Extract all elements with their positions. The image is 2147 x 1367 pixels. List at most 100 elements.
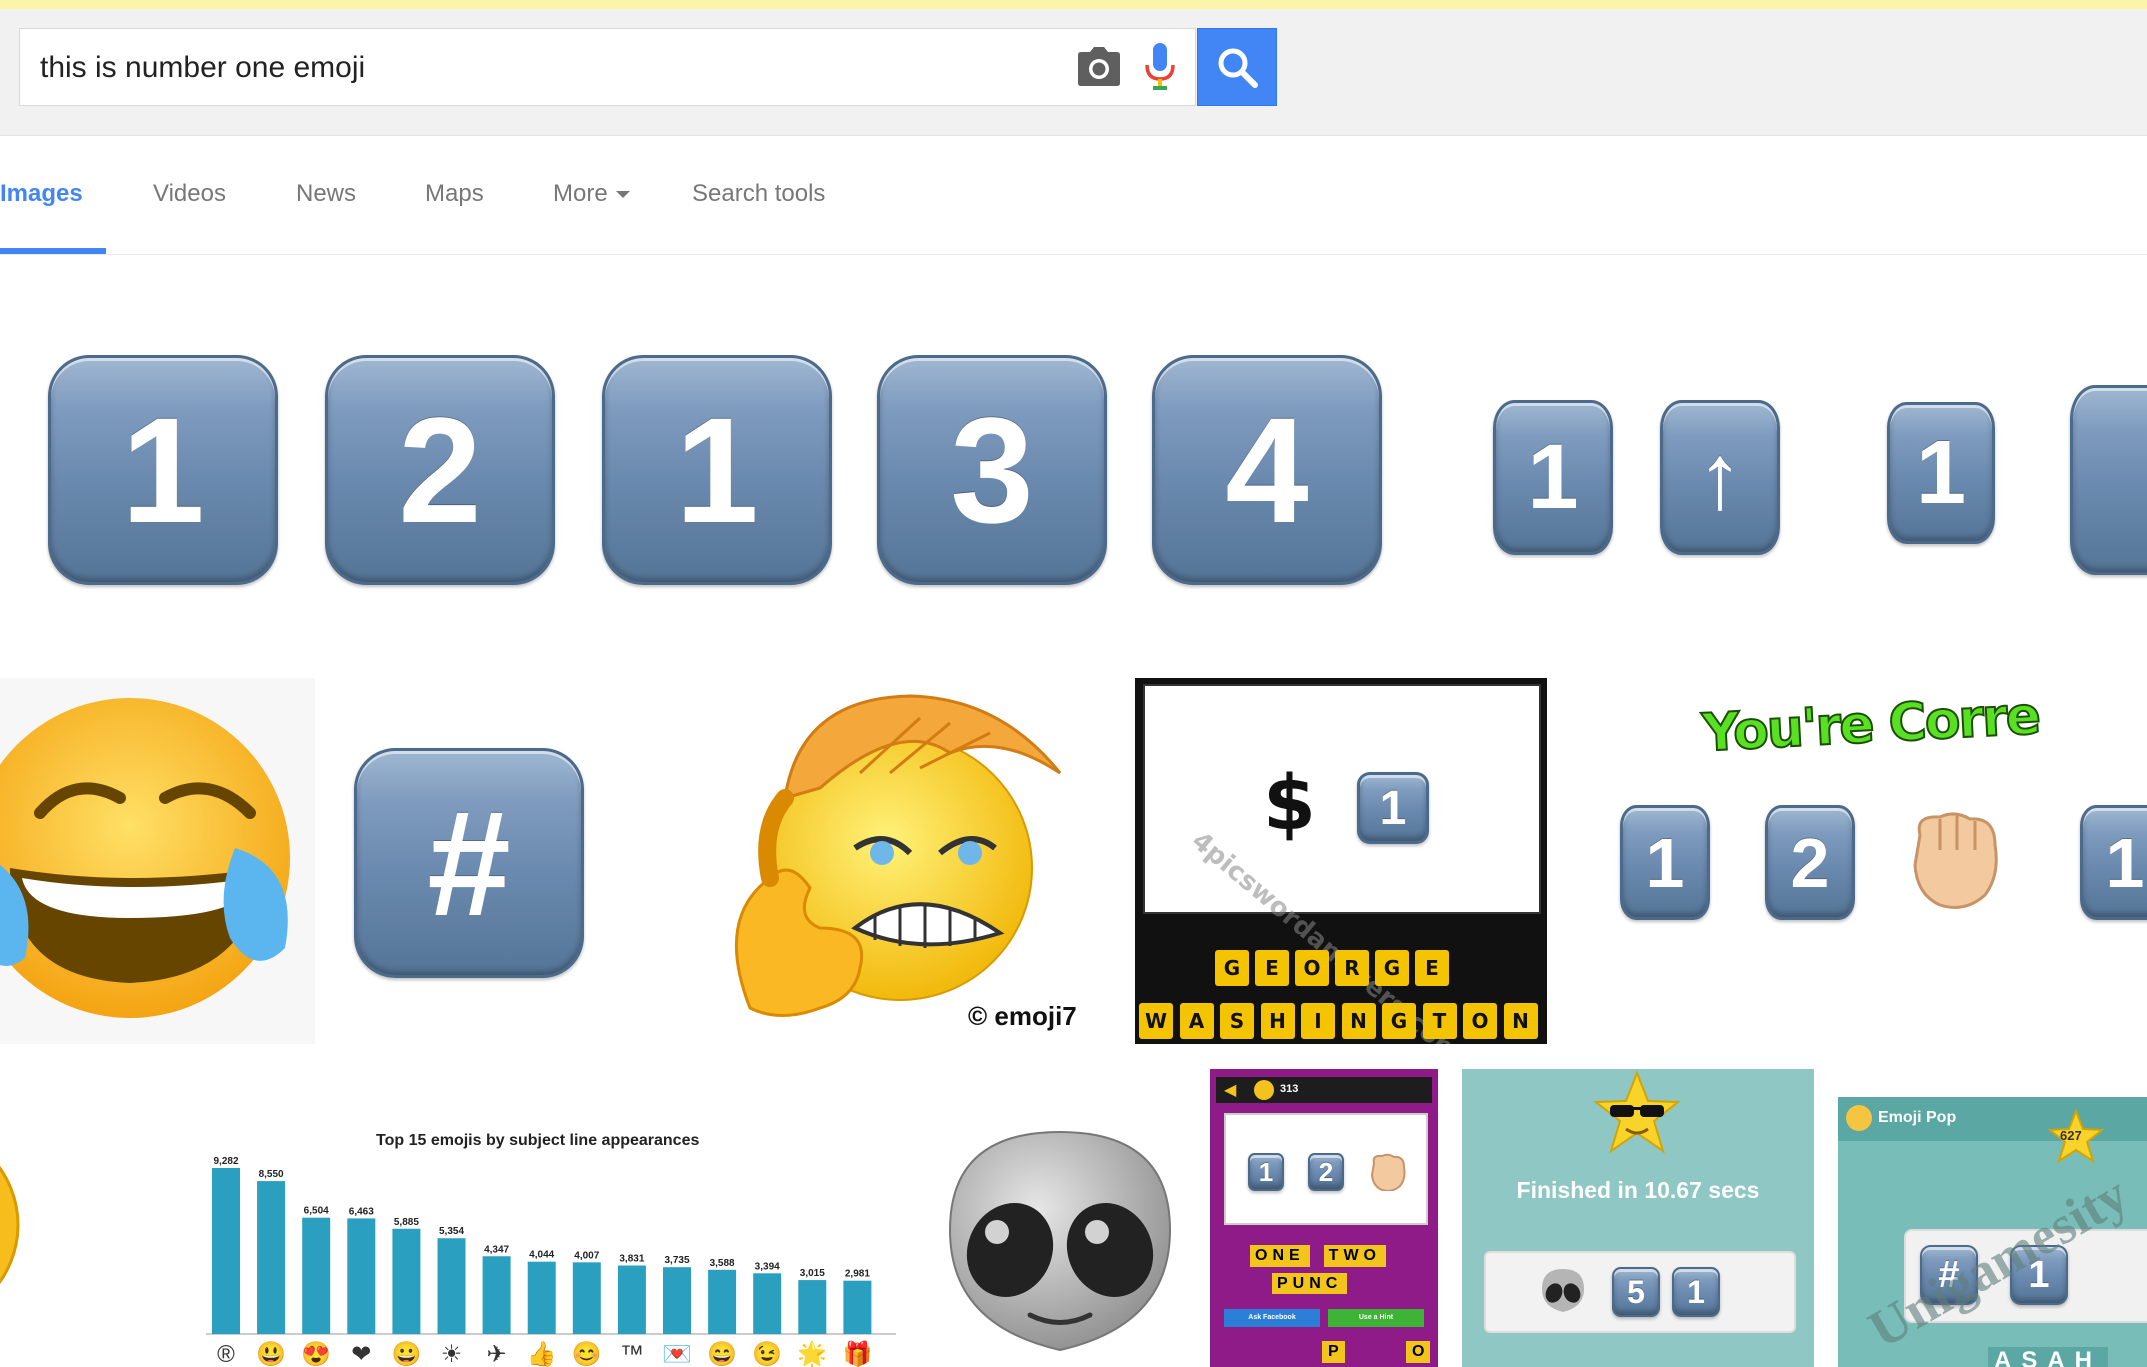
letter-tile-o: O (1406, 1341, 1431, 1363)
chart-category-label: ☀ (441, 1341, 463, 1367)
image-result-youre-correct[interactable]: You're Correct! 1 2 (1570, 685, 2040, 1045)
answer-tile-row2-4: I (1301, 1003, 1335, 1039)
image-result-keycap-single[interactable]: 1 (1870, 290, 2147, 655)
letter-tile-p: P (1322, 1341, 1345, 1363)
answer-tile-row2-7: T (1422, 1003, 1457, 1039)
active-tab-indicator (0, 248, 106, 254)
game1-answer-row-2: PUNC (1272, 1273, 1348, 1294)
keycap-edge: 1 (2080, 805, 2147, 920)
game2-key-1: 1 (1672, 1267, 1720, 1317)
keycap-correct-2: 2 (1765, 805, 1855, 920)
keycap-2: 2 (325, 355, 555, 585)
game2-key-5: 5 (1612, 1267, 1660, 1317)
chart-value-label: 5,354 (439, 1226, 464, 1237)
search-input[interactable] (38, 43, 1062, 93)
tab-images[interactable]: Images (0, 180, 83, 208)
answer-tile-row1-3: R (1335, 950, 1369, 986)
chart-value-label: 4,347 (484, 1244, 509, 1255)
chart-category-label: 👍 (527, 1340, 557, 1367)
search-button[interactable] (1197, 28, 1277, 106)
image-result-game-screen-2[interactable]: Finished in 10.67 secs 5 1 (1462, 1069, 1814, 1367)
chart-bar (347, 1218, 376, 1334)
image-result-keycaps-large[interactable]: 1 2 1 3 4 (0, 255, 1410, 655)
image-result-partial-emoji[interactable] (0, 1075, 30, 1367)
image-result-emoji-pop[interactable]: Emoji Pop 627 # 1 Unigamesity ASAH (1838, 1097, 2147, 1367)
bottom-letters: ASAH (1988, 1347, 2109, 1367)
chart-category-label: 😀 (391, 1341, 421, 1367)
answer-tile-row2-0: W (1139, 1003, 1173, 1039)
tab-more[interactable]: More (553, 180, 630, 208)
chart-category-label: 😉 (752, 1341, 782, 1367)
chart-category-label: 😄 (707, 1341, 737, 1367)
image-result-keycap-pair[interactable]: 1 ↑ (1420, 290, 1856, 655)
chart-value-label: 8,550 (259, 1169, 284, 1180)
image-result-laughing-emoji[interactable] (0, 678, 315, 1044)
chart-category-label: ™ (620, 1341, 644, 1367)
search-header (0, 9, 2147, 136)
chart-value-label: 5,885 (394, 1217, 419, 1228)
star-count: 627 (2060, 1128, 2082, 1143)
tab-maps[interactable]: Maps (425, 180, 484, 208)
chart-bar (617, 1265, 646, 1334)
fist-icon (1913, 812, 1998, 909)
answer-tile-row2-8: O (1463, 1003, 1497, 1039)
image-result-hashtag-keycap[interactable]: # (330, 678, 610, 1044)
keycap-correct-1: 1 (1620, 805, 1710, 920)
answer-partial: PUNC (1272, 1273, 1348, 1294)
tab-search-tools[interactable]: Search tools (692, 180, 825, 208)
chart-value-label: 6,504 (304, 1206, 329, 1217)
chart-category-label: ✈ (487, 1341, 507, 1367)
chart-category-label: 😊 (572, 1341, 602, 1367)
coin-icon (1254, 1080, 1274, 1100)
answer-tile-row1-5: E (1415, 950, 1449, 986)
use-hint-button: Use a Hint (1328, 1309, 1424, 1327)
laughing-tears-emoji-icon (0, 698, 290, 1018)
image-result-game-screen-1[interactable]: ◀ 313 1 2 ONE TWO PUNC Ask Facebook Use … (1210, 1069, 1438, 1367)
tab-videos[interactable]: Videos (153, 180, 226, 208)
alien-small-icon (1542, 1269, 1584, 1312)
keycap-hash: # (354, 748, 584, 978)
tab-news[interactable]: News (296, 180, 356, 208)
chart-value-label: 2,981 (845, 1269, 870, 1280)
partial-smiley-icon (0, 1165, 20, 1285)
microphone-icon[interactable] (1140, 41, 1180, 93)
image-result-edge[interactable]: 1 (2060, 685, 2147, 1045)
chart-bar (257, 1181, 286, 1334)
keycap-clue: 1 (1357, 772, 1429, 844)
chart-bar (437, 1238, 466, 1334)
answer-tile-row2-2: S (1220, 1003, 1254, 1039)
chart-bar (572, 1262, 601, 1334)
chart-bar (527, 1261, 556, 1334)
keycap-one: 1 (1493, 400, 1613, 555)
emoji-pop-header: Emoji Pop 627 (1838, 1097, 2147, 1164)
chart-value-label: 4,007 (574, 1250, 599, 1261)
chart-bar (843, 1280, 872, 1334)
image-results-grid: 1 2 1 3 4 1 ↑ 1 # © emoji7 $ 1 4picsword… (0, 255, 2147, 1367)
camera-icon[interactable] (1076, 46, 1122, 88)
answer-tile-row2-9: N (1503, 1003, 1538, 1039)
answer-row-2: WASHINGTON (1139, 1003, 1544, 1039)
chart-bar (663, 1267, 691, 1334)
chart-category-label: 💌 (662, 1341, 692, 1367)
chart-bar (302, 1217, 331, 1334)
answer-row-1: GEORGE (1215, 950, 1515, 986)
ask-facebook-button: Ask Facebook (1224, 1309, 1320, 1327)
sunglasses-star-icon (1593, 1070, 1681, 1154)
image-result-4pics-puzzle[interactable]: $ 1 4picswordanswers.com GEORGE WASHINGT… (1135, 678, 1547, 1044)
answer-tile-row1-0: G (1215, 950, 1249, 986)
chart-bar (708, 1269, 737, 1334)
emoji-bar-chart: 9,282 ® 8,550 😃 6,504 😍 6,463 ❤ 5,885 😀 5,354 ☀ 4,34… (206, 1156, 896, 1367)
search-box[interactable] (19, 28, 1196, 106)
image-result-thinking-trump-emoji[interactable]: © emoji7 (620, 678, 1100, 1044)
chart-category-label: ❤ (351, 1341, 371, 1367)
chart-value-label: 3,831 (619, 1253, 644, 1264)
chart-bar (212, 1168, 240, 1334)
image-result-emoji-chart[interactable]: Top 15 emojis by subject line appearance… (200, 1120, 900, 1367)
image-result-alien-emoji[interactable] (935, 1110, 1185, 1367)
alien-icon (948, 1130, 1172, 1352)
chart-category-label: ® (217, 1341, 235, 1367)
chart-value-label: 3,588 (710, 1258, 735, 1269)
finished-time-text: Finished in 10.67 secs (1516, 1177, 1760, 1203)
chart-category-label: 😍 (301, 1341, 331, 1367)
chart-bar (798, 1280, 827, 1334)
